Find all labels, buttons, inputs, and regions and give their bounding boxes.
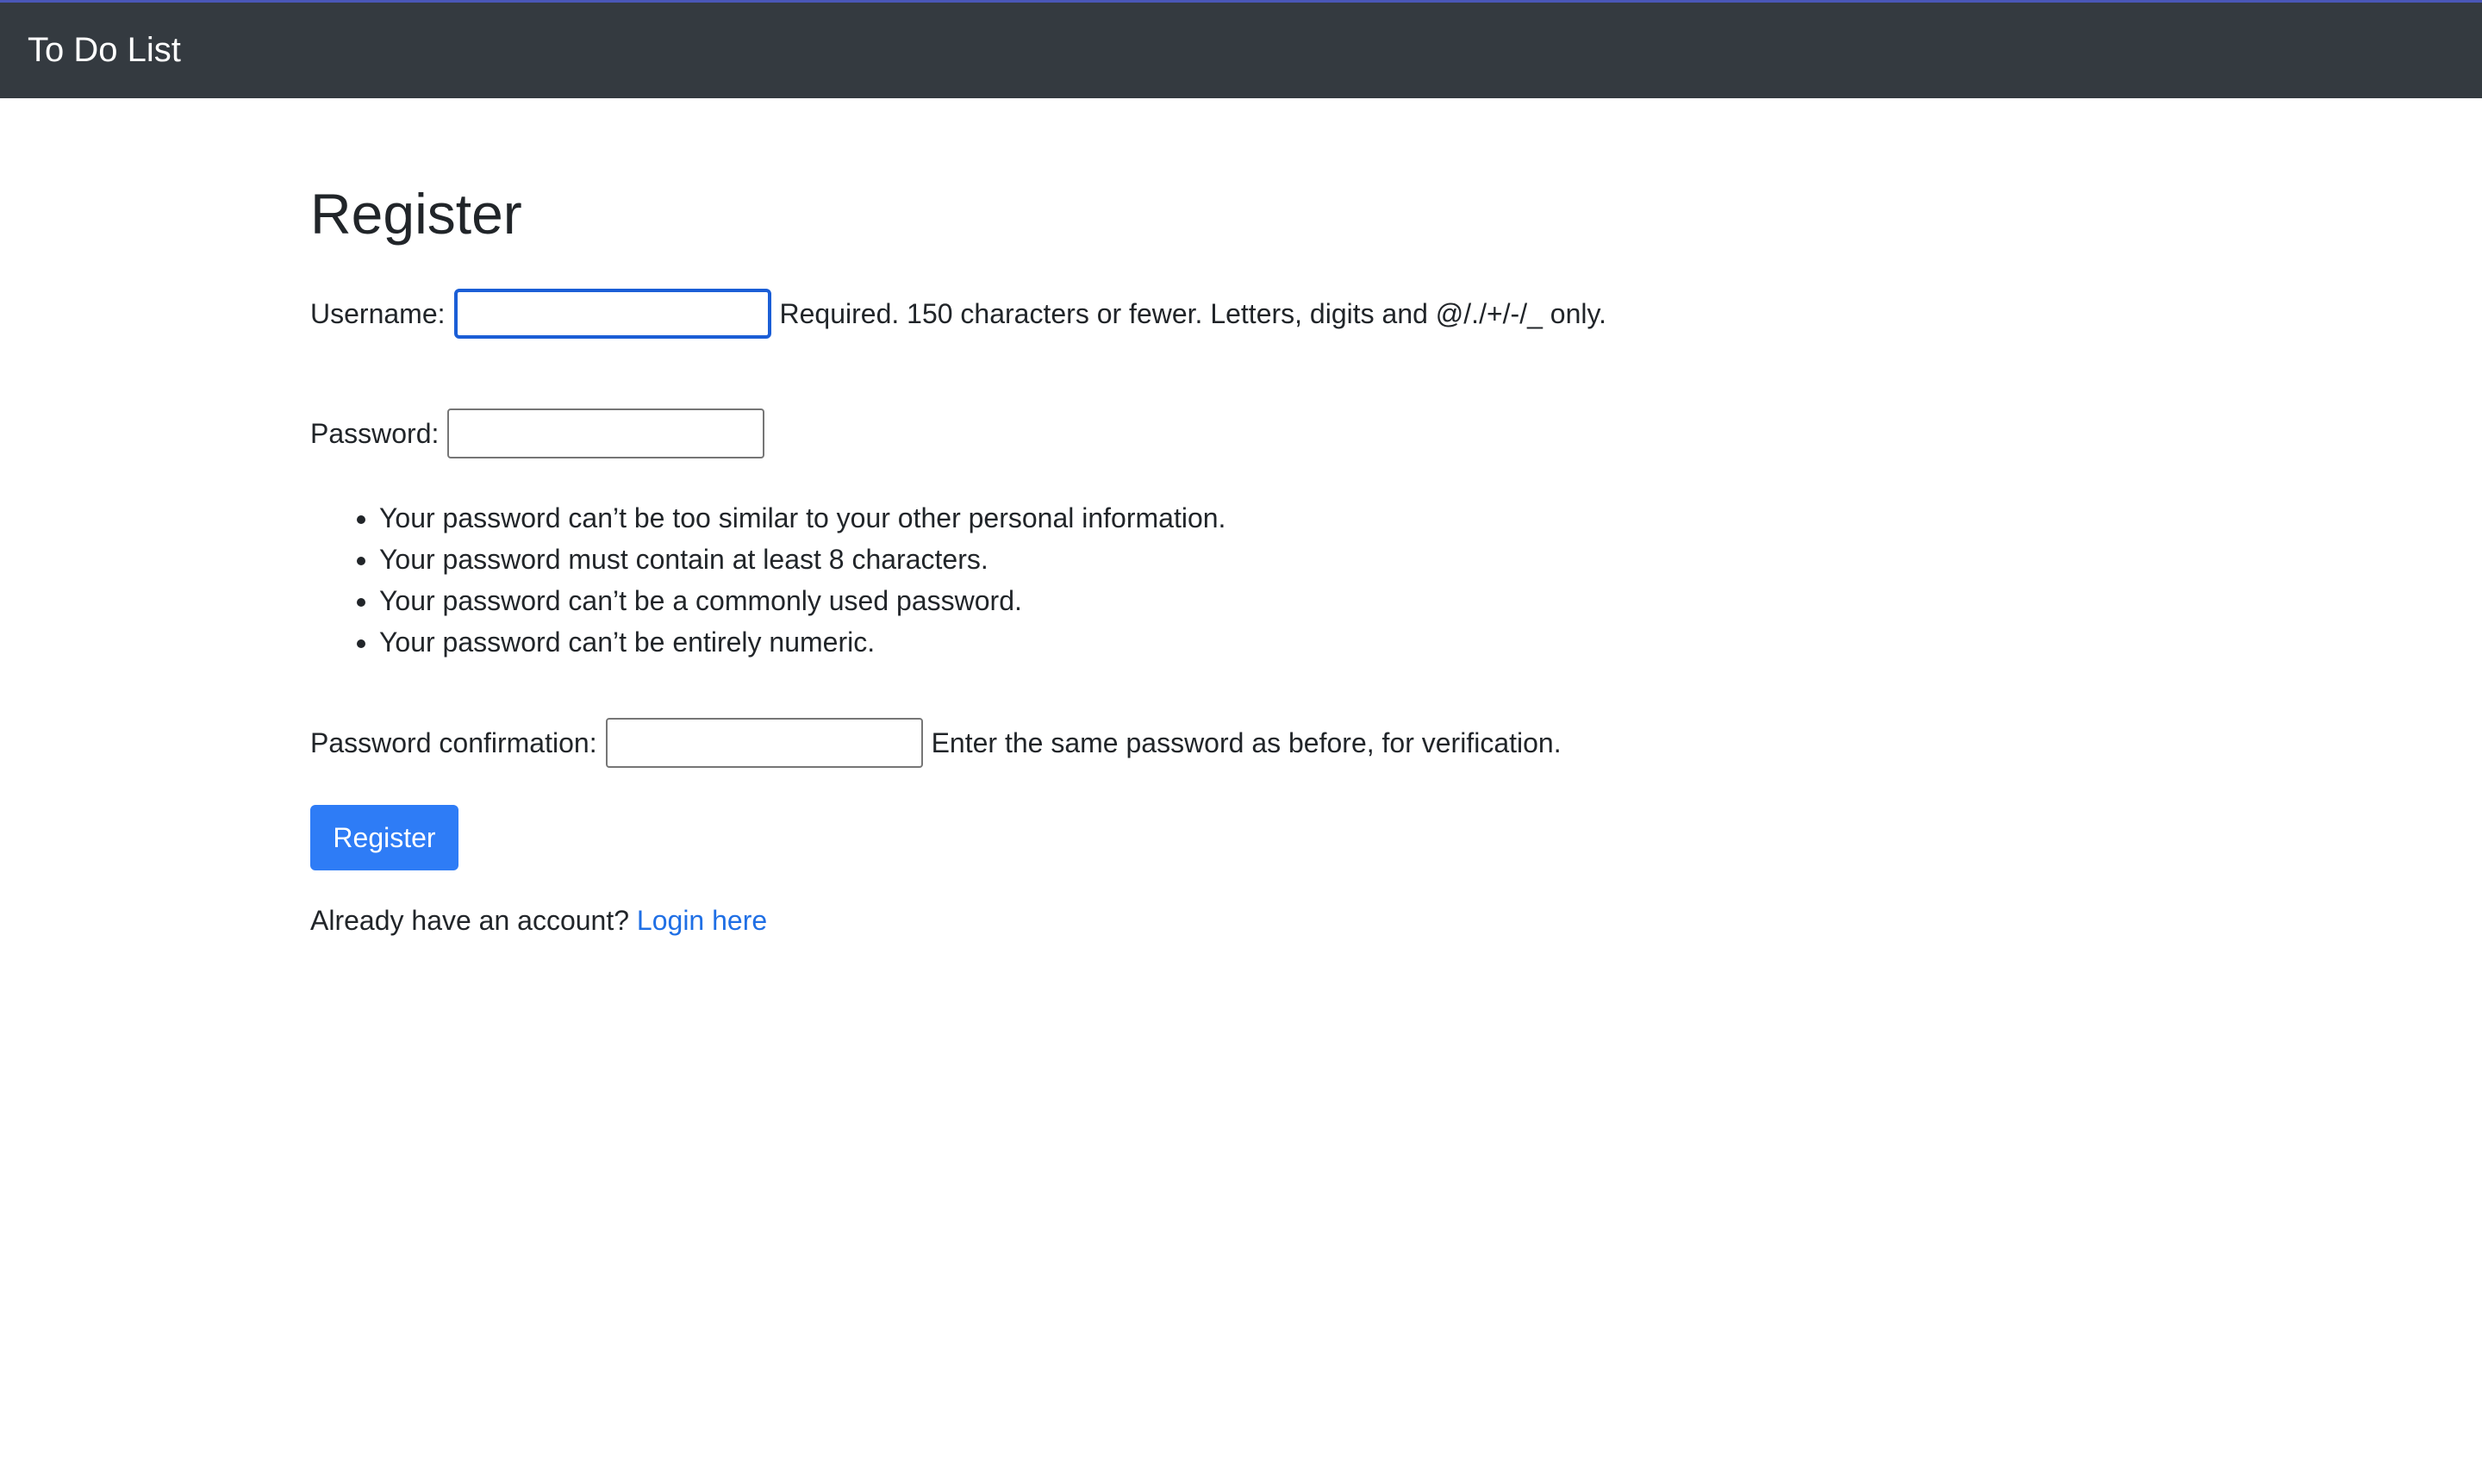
password-rule-item: Your password can’t be a commonly used p… bbox=[379, 580, 1225, 621]
login-prompt-text: Already have an account? bbox=[310, 905, 630, 936]
navbar-brand[interactable]: To Do List bbox=[28, 28, 181, 72]
password-rule-item: Your password can’t be entirely numeric. bbox=[379, 621, 1225, 663]
username-label: Username: bbox=[310, 298, 446, 329]
login-link[interactable]: Login here bbox=[637, 905, 767, 936]
password-rules-list: Your password can’t be too similar to yo… bbox=[310, 497, 1225, 663]
page-title: Register bbox=[310, 182, 522, 246]
login-prompt: Already have an account? Login here bbox=[310, 903, 767, 938]
password-confirmation-row: Password confirmation: Enter the same pa… bbox=[310, 718, 1562, 768]
password-confirmation-label: Password confirmation: bbox=[310, 727, 597, 758]
password-input[interactable] bbox=[447, 408, 765, 458]
username-help-text: Required. 150 characters or fewer. Lette… bbox=[779, 298, 1606, 329]
navbar: To Do List bbox=[0, 0, 2482, 98]
password-confirmation-help-text: Enter the same password as before, for v… bbox=[931, 727, 1562, 758]
password-rule-item: Your password must contain at least 8 ch… bbox=[379, 539, 1225, 580]
password-row: Password: bbox=[310, 408, 765, 458]
register-button[interactable]: Register bbox=[310, 805, 458, 870]
password-label: Password: bbox=[310, 418, 440, 449]
username-input[interactable] bbox=[453, 289, 771, 339]
password-confirmation-input[interactable] bbox=[605, 718, 923, 768]
username-row: Username: Required. 150 characters or fe… bbox=[310, 289, 1606, 339]
password-rule-item: Your password can’t be too similar to yo… bbox=[379, 497, 1225, 539]
